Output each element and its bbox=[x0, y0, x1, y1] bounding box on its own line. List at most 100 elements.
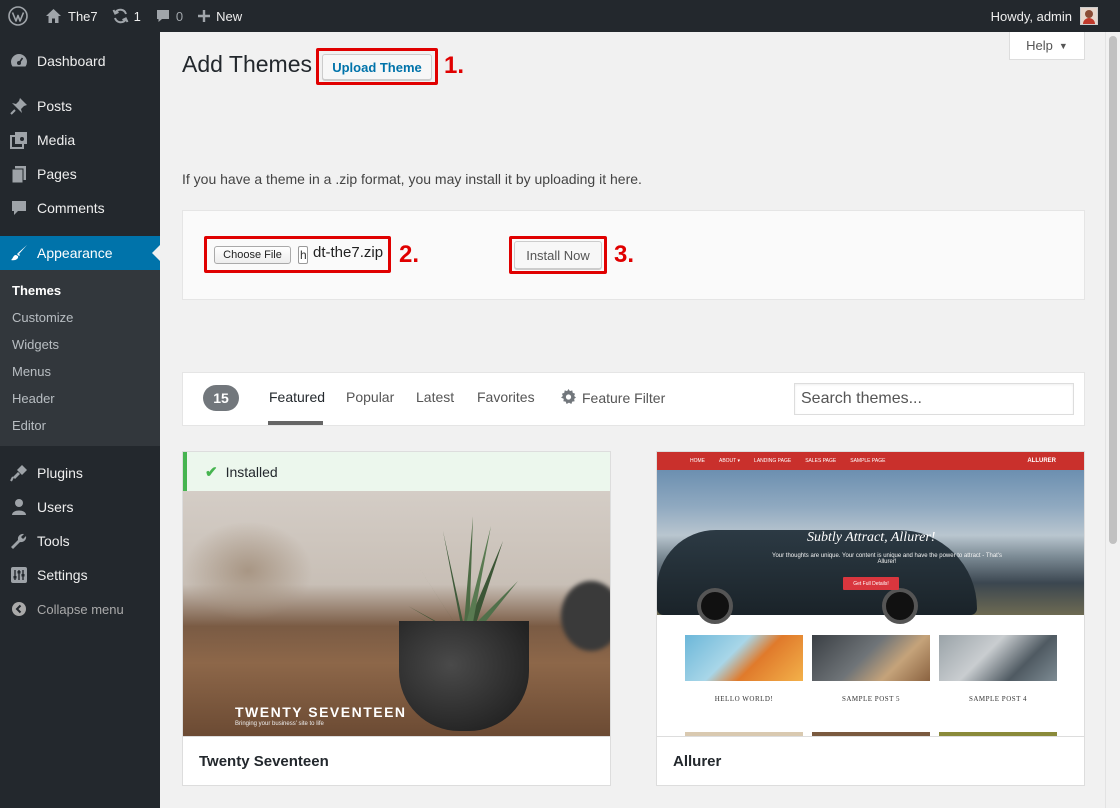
sidebar-item-pages[interactable]: Pages bbox=[0, 157, 160, 191]
checkmark-icon: ✔ bbox=[205, 463, 218, 481]
new-label: New bbox=[216, 8, 243, 24]
submenu-item-widgets[interactable]: Widgets bbox=[0, 331, 160, 358]
plant-pot bbox=[399, 621, 529, 731]
preview-cta: Get Full Details! bbox=[843, 577, 899, 590]
choose-file-button[interactable]: Choose File bbox=[214, 246, 291, 264]
brush-icon bbox=[9, 243, 29, 263]
post-thumbnail bbox=[939, 635, 1057, 681]
submenu-item-header[interactable]: Header bbox=[0, 385, 160, 412]
theme-screenshot[interactable]: TWENTY SEVENTEEN Bringing your business'… bbox=[183, 491, 610, 737]
preview-nav-item: LANDING PAGE bbox=[754, 458, 792, 464]
sidebar-item-label: Comments bbox=[37, 200, 105, 216]
site-name: The7 bbox=[68, 8, 98, 24]
sidebar-item-label: Tools bbox=[37, 533, 70, 549]
upload-description: If you have a theme in a .zip format, yo… bbox=[182, 171, 642, 187]
sidebar-item-plugins[interactable]: Plugins bbox=[0, 456, 160, 490]
sidebar-item-comments[interactable]: Comments bbox=[0, 191, 160, 225]
media-icon bbox=[9, 130, 29, 150]
sidebar-item-label: Users bbox=[37, 499, 74, 515]
user-icon bbox=[9, 497, 29, 517]
car-wheel bbox=[882, 588, 918, 624]
feature-filter-label: Feature Filter bbox=[582, 390, 666, 406]
sidebar-item-label: Plugins bbox=[37, 465, 83, 481]
installed-notice: ✔ Installed bbox=[183, 452, 610, 491]
screenshot-title: TWENTY SEVENTEEN bbox=[235, 704, 407, 720]
background-blur bbox=[183, 521, 313, 621]
sidebar-item-settings[interactable]: Settings bbox=[0, 558, 160, 592]
comment-bubble-icon bbox=[155, 8, 171, 24]
sidebar-item-label: Posts bbox=[37, 98, 73, 114]
wordpress-logo-icon[interactable] bbox=[0, 0, 36, 32]
updates-count: 1 bbox=[133, 8, 141, 24]
page-title: Add Themes bbox=[182, 51, 312, 77]
help-tab[interactable]: Help ▼ bbox=[1009, 32, 1085, 60]
howdy-text: Howdy, admin bbox=[990, 8, 1072, 24]
active-tab-underline bbox=[268, 421, 323, 425]
comment-icon bbox=[9, 198, 29, 218]
site-name-link[interactable]: The7 bbox=[38, 0, 105, 32]
selected-file-name: dt-the7.zip bbox=[313, 244, 384, 261]
comments-link[interactable]: 0 bbox=[148, 0, 190, 32]
file-input-field[interactable]: h bbox=[298, 246, 308, 264]
theme-card-allurer[interactable]: HOME ABOUT ▾ LANDING PAGE SALES PAGE SAM… bbox=[656, 451, 1085, 786]
submenu-item-menus[interactable]: Menus bbox=[0, 358, 160, 385]
annotation-marker-2: 2. bbox=[399, 241, 420, 268]
scrollbar[interactable] bbox=[1105, 32, 1120, 808]
car-wheel bbox=[697, 588, 733, 624]
post-title: HELLO WORLD! bbox=[714, 695, 774, 703]
gear-icon bbox=[561, 389, 576, 407]
admin-sidebar: Dashboard Posts Media Pages Comments App… bbox=[0, 32, 160, 808]
sidebar-item-appearance[interactable]: Appearance bbox=[0, 236, 160, 270]
sidebar-item-dashboard[interactable]: Dashboard bbox=[0, 44, 160, 78]
new-content-link[interactable]: New bbox=[190, 0, 249, 32]
sidebar-item-label: Settings bbox=[37, 567, 88, 583]
install-now-button[interactable]: Install Now bbox=[514, 241, 602, 269]
updates-link[interactable]: 1 bbox=[105, 0, 148, 32]
feature-filter-button[interactable]: Feature Filter bbox=[561, 389, 665, 407]
tab-latest[interactable]: Latest bbox=[416, 389, 454, 405]
sidebar-item-media[interactable]: Media bbox=[0, 123, 160, 157]
sidebar-item-label: Dashboard bbox=[37, 53, 106, 69]
submenu-item-editor[interactable]: Editor bbox=[0, 412, 160, 439]
appearance-submenu: Themes Customize Widgets Menus Header Ed… bbox=[0, 270, 160, 446]
plugin-icon bbox=[9, 463, 29, 483]
sidebar-item-users[interactable]: Users bbox=[0, 490, 160, 524]
installed-label: Installed bbox=[225, 463, 278, 480]
submenu-item-customize[interactable]: Customize bbox=[0, 304, 160, 331]
help-label: Help bbox=[1026, 38, 1053, 53]
theme-name: Allurer bbox=[657, 736, 1084, 785]
admin-bar: The7 1 0 New Howdy, admin bbox=[0, 0, 1120, 32]
sidebar-item-tools[interactable]: Tools bbox=[0, 524, 160, 558]
tab-favorites[interactable]: Favorites bbox=[477, 389, 535, 405]
preview-nav-item: ABOUT ▾ bbox=[719, 458, 741, 464]
tab-featured[interactable]: Featured bbox=[269, 389, 325, 405]
theme-card-twenty-seventeen[interactable]: ✔ Installed TWENTY SEVENTEEN Bringing yo… bbox=[182, 451, 611, 786]
post-title: SAMPLE POST 4 bbox=[968, 695, 1028, 703]
preview-post: SAMPLE POST 5 bbox=[812, 635, 930, 705]
preview-post: SAMPLE POST 4 bbox=[939, 635, 1057, 705]
search-themes-input[interactable] bbox=[794, 383, 1074, 415]
preview-nav: HOME ABOUT ▾ LANDING PAGE SALES PAGE SAM… bbox=[657, 452, 1084, 470]
submenu-item-themes[interactable]: Themes bbox=[0, 277, 160, 304]
sidebar-item-posts[interactable]: Posts bbox=[0, 89, 160, 123]
background-pot bbox=[561, 581, 610, 651]
settings-icon bbox=[9, 565, 29, 585]
preview-nav-item: HOME bbox=[690, 458, 705, 464]
sidebar-item-label: Pages bbox=[37, 166, 77, 182]
upload-theme-button[interactable]: Upload Theme bbox=[322, 54, 432, 80]
sidebar-item-label: Media bbox=[37, 132, 76, 148]
account-menu[interactable]: Howdy, admin bbox=[991, 0, 1098, 32]
preview-heading: Subtly Attract, Allurer! bbox=[807, 530, 936, 545]
annotation-marker-3: 3. bbox=[614, 241, 635, 268]
sidebar-item-label: Appearance bbox=[37, 245, 113, 261]
avatar bbox=[1080, 7, 1098, 25]
theme-name: Twenty Seventeen bbox=[183, 736, 610, 785]
theme-count-badge: 15 bbox=[203, 385, 239, 411]
collapse-menu-button[interactable]: Collapse menu bbox=[0, 592, 160, 626]
collapse-icon bbox=[9, 599, 29, 619]
screenshot-subtitle: Bringing your business' site to life bbox=[235, 721, 324, 727]
post-title: SAMPLE POST 5 bbox=[841, 695, 901, 703]
scrollbar-thumb[interactable] bbox=[1109, 36, 1117, 544]
tab-popular[interactable]: Popular bbox=[346, 389, 394, 405]
theme-screenshot[interactable]: HOME ABOUT ▾ LANDING PAGE SALES PAGE SAM… bbox=[657, 452, 1084, 737]
